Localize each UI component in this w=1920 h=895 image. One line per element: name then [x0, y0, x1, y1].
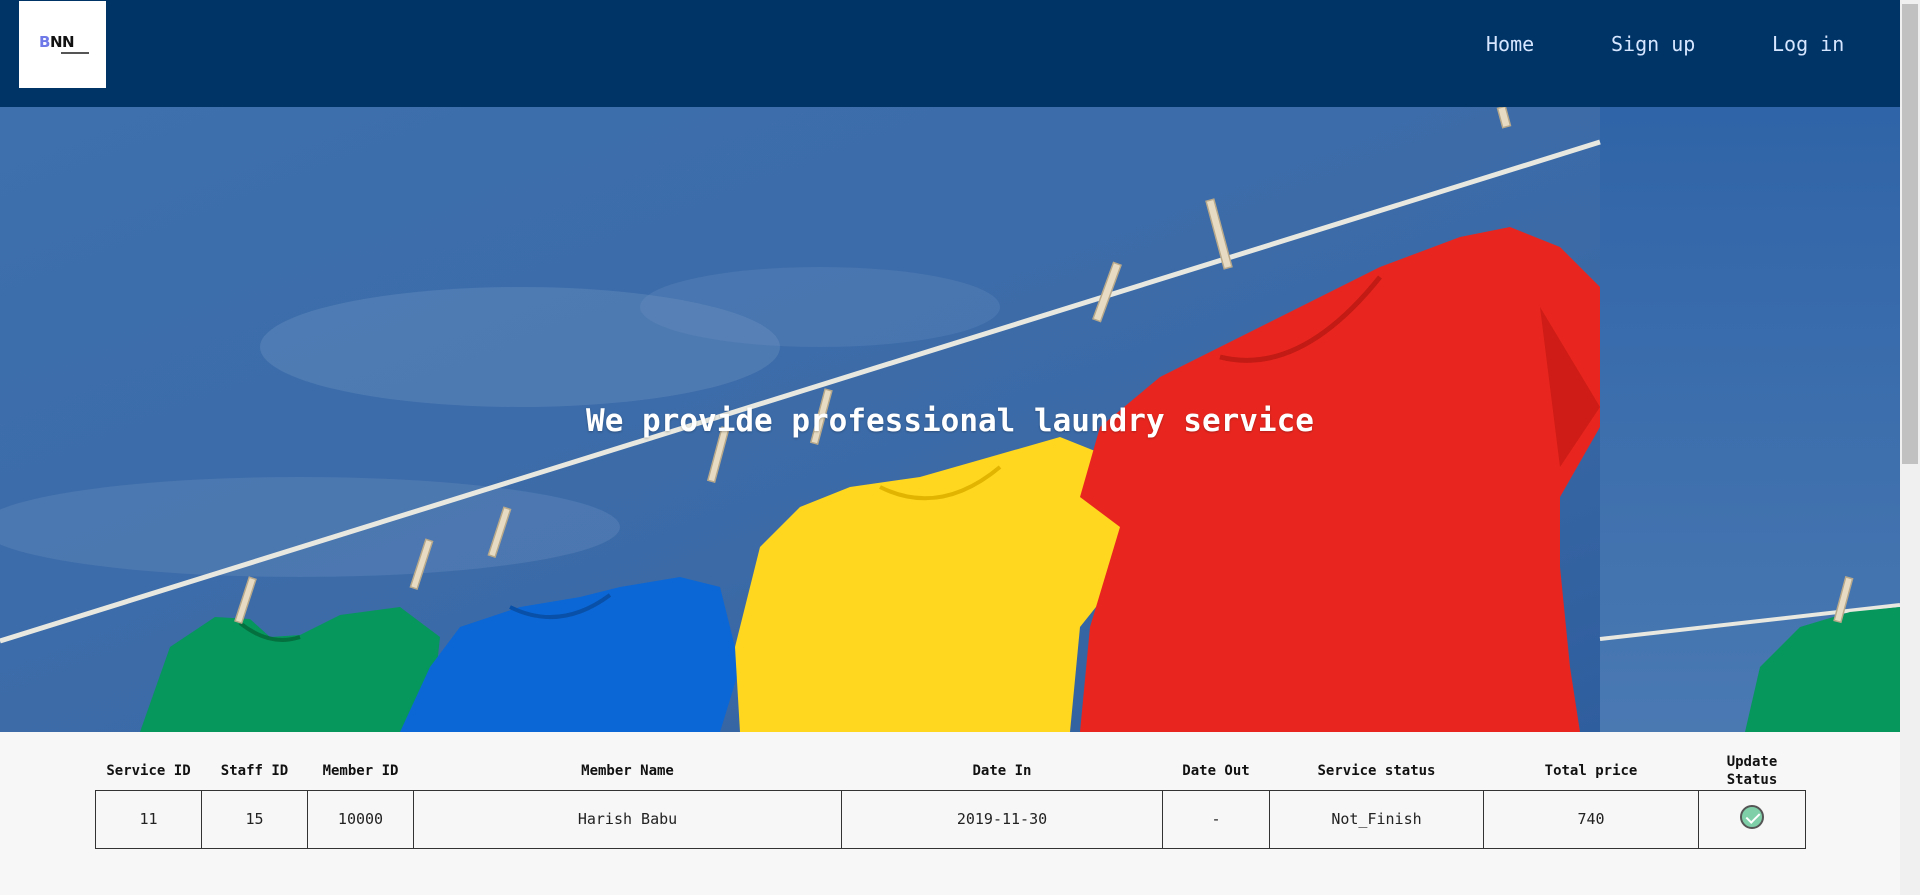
scrollbar-thumb[interactable]	[1902, 4, 1918, 464]
cell-total-price: 740	[1483, 789, 1699, 849]
header-date-in: Date In	[972, 762, 1032, 779]
cell-member-name: Harish Babu	[413, 789, 842, 849]
cell-member-id: 10000	[307, 789, 414, 849]
header-service-id: Service ID	[106, 762, 191, 779]
service-table: Service ID Staff ID Member ID Member Nam…	[95, 752, 1806, 849]
check-circle-icon[interactable]	[1740, 805, 1764, 829]
cell-date-out: -	[1162, 789, 1270, 849]
header-member-name: Member Name	[581, 762, 674, 779]
cell-staff-id: 15	[201, 789, 308, 849]
table-row: 11 15 10000 Harish Babu 2019-11-30 - Not…	[95, 789, 1806, 849]
header-update-status: Update Status	[1726, 753, 1778, 788]
header-service-status: Service status	[1317, 762, 1436, 779]
nav-login-link[interactable]: Log in	[1772, 32, 1844, 56]
header-staff-id: Staff ID	[220, 762, 289, 779]
hero-title: We provide professional laundry service	[586, 403, 1314, 439]
service-table-container: Service ID Staff ID Member ID Member Nam…	[95, 752, 1806, 849]
cell-date-in: 2019-11-30	[841, 789, 1163, 849]
cell-update-status	[1698, 789, 1806, 849]
cell-service-id: 11	[95, 789, 202, 849]
header-total-price: Total price	[1544, 762, 1638, 779]
navbar: BNN Home Sign up Log in	[0, 0, 1900, 107]
nav-signup-link[interactable]: Sign up	[1611, 32, 1695, 56]
nav-home-link[interactable]: Home	[1486, 32, 1534, 56]
hero-banner: We provide professional laundry service	[0, 107, 1900, 732]
table-header-row: Service ID Staff ID Member ID Member Nam…	[96, 752, 1806, 790]
page-scrollbar[interactable]	[1900, 0, 1920, 895]
nav-links: Home Sign up Log in	[0, 32, 1900, 56]
header-member-id: Member ID	[322, 762, 399, 779]
cell-service-status: Not_Finish	[1269, 789, 1484, 849]
header-date-out: Date Out	[1182, 762, 1250, 779]
